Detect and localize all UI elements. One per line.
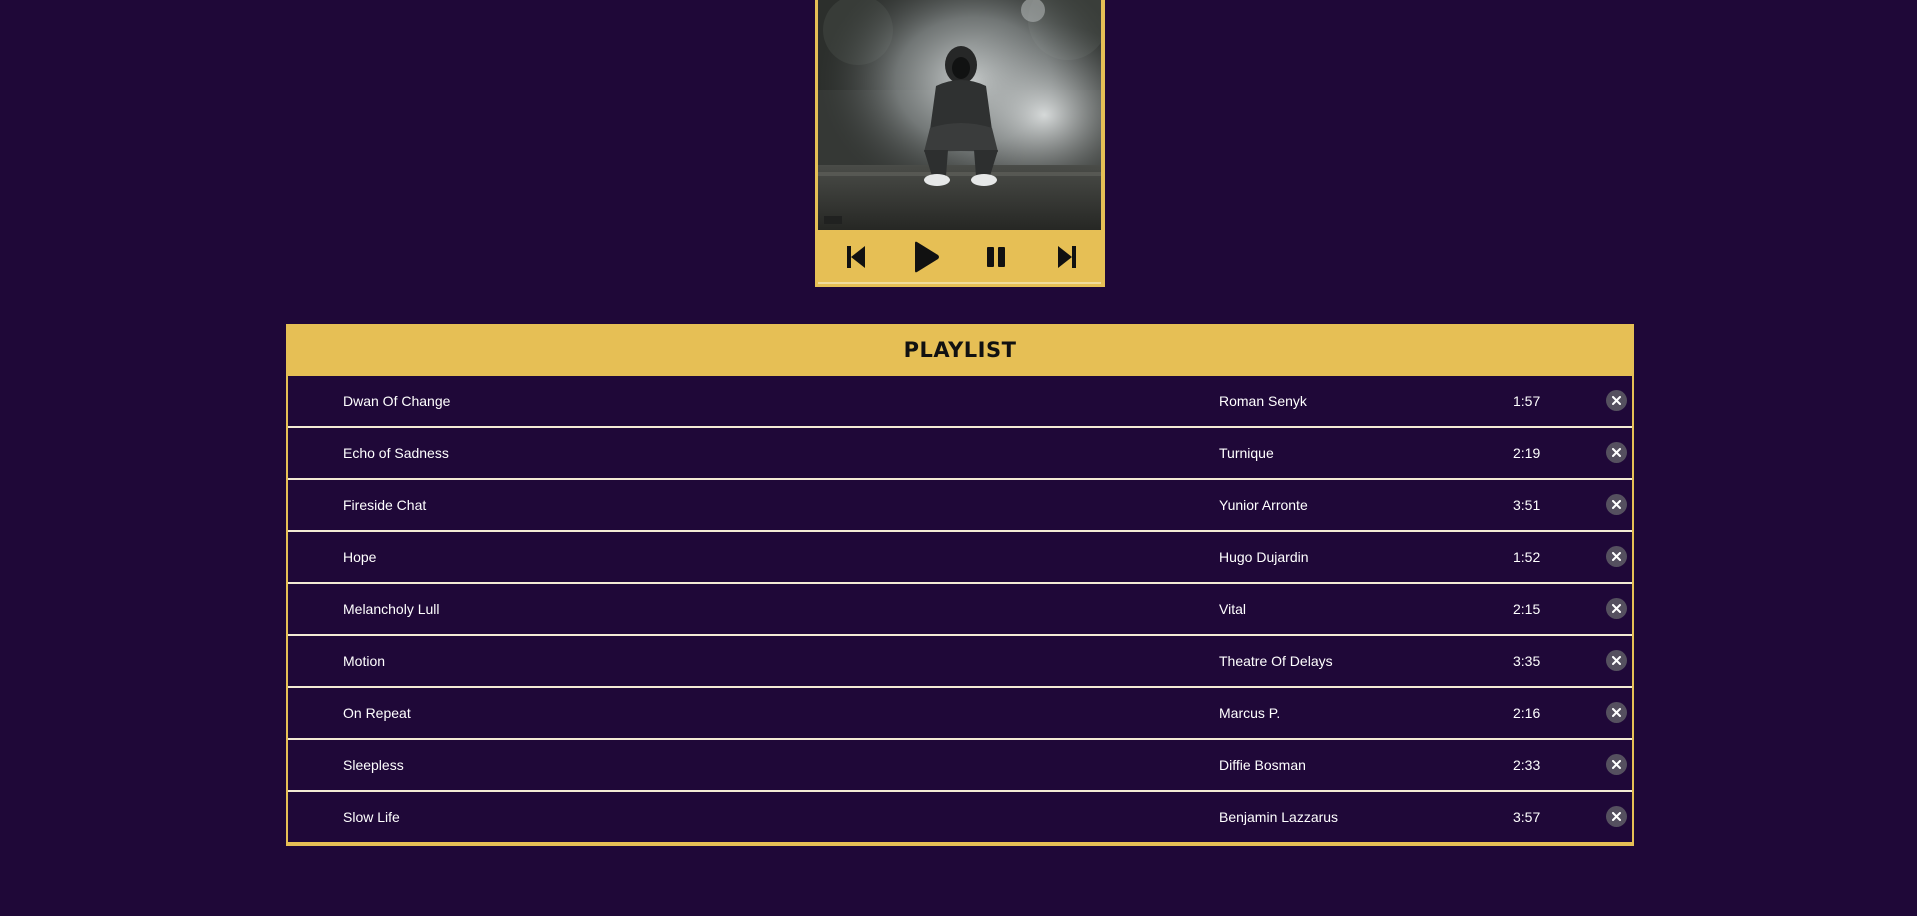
close-icon (1612, 604, 1621, 613)
music-player (815, 0, 1105, 287)
remove-track-button[interactable] (1606, 754, 1627, 775)
remove-track-button[interactable] (1606, 546, 1627, 567)
remove-track-button[interactable] (1606, 494, 1627, 515)
track-artist: Vital (1219, 601, 1246, 617)
close-icon (1612, 708, 1621, 717)
track-duration: 1:52 (1513, 549, 1541, 565)
remove-track-button[interactable] (1606, 702, 1627, 723)
track-duration: 3:35 (1513, 653, 1541, 669)
track-title: Sleepless (343, 757, 404, 773)
track-duration: 2:16 (1513, 705, 1541, 721)
skip-previous-button[interactable] (840, 241, 872, 273)
track-list: Dwan Of Change Roman Senyk 1:57 Echo of Sad… (288, 376, 1632, 844)
close-icon (1612, 656, 1621, 665)
track-title: Fireside Chat (343, 497, 427, 513)
remove-track-button[interactable] (1606, 390, 1627, 411)
track-duration: 3:51 (1513, 497, 1541, 513)
track-title: Echo of Sadness (343, 445, 449, 461)
track-row[interactable]: Motion Theatre Of Delays 3:35 (288, 636, 1632, 688)
track-artist: Theatre Of Delays (1219, 653, 1333, 669)
track-row[interactable]: Slow Life Benjamin Lazzarus 3:57 (288, 792, 1632, 844)
track-row[interactable]: On Repeat Marcus P. 2:16 (288, 688, 1632, 740)
pause-icon (987, 247, 1005, 267)
remove-track-button[interactable] (1606, 598, 1627, 619)
close-icon (1612, 552, 1621, 561)
play-icon (915, 241, 939, 273)
track-artist: Turnique (1219, 445, 1274, 461)
skip-next-icon (1058, 246, 1076, 268)
track-artist: Benjamin Lazzarus (1219, 809, 1339, 825)
track-row[interactable]: Fireside Chat Yunior Arronte 3:51 (288, 480, 1632, 532)
track-row[interactable]: Melancholy Lull Vital 2:15 (288, 584, 1632, 636)
skip-next-button[interactable] (1051, 241, 1083, 273)
track-artist: Hugo Dujardin (1219, 549, 1309, 565)
track-artist: Diffie Bosman (1219, 757, 1306, 773)
playlist: PLAYLIST Dwan Of Change Roman Senyk 1:57 Ec… (286, 324, 1634, 846)
close-icon (1612, 448, 1621, 457)
track-row[interactable]: Sleepless Diffie Bosman 2:33 (288, 740, 1632, 792)
track-title: Melancholy Lull (343, 601, 440, 617)
track-duration: 3:57 (1513, 809, 1541, 825)
pause-button[interactable] (980, 241, 1012, 273)
track-title: Slow Life (343, 809, 400, 825)
track-artist: Roman Senyk (1219, 393, 1307, 409)
playlist-header: PLAYLIST (286, 324, 1634, 376)
play-button[interactable] (910, 241, 942, 273)
track-artist: Yunior Arronte (1219, 497, 1308, 513)
close-icon (1612, 812, 1621, 821)
track-title: Hope (343, 549, 377, 565)
track-duration: 2:33 (1513, 757, 1541, 773)
track-duration: 1:57 (1513, 393, 1541, 409)
track-duration: 2:19 (1513, 445, 1541, 461)
track-row[interactable]: Hope Hugo Dujardin 1:52 (288, 532, 1632, 584)
close-icon (1612, 396, 1621, 405)
track-row[interactable]: Echo of Sadness Turnique 2:19 (288, 428, 1632, 480)
close-icon (1612, 500, 1621, 509)
remove-track-button[interactable] (1606, 806, 1627, 827)
track-title: Dwan Of Change (343, 393, 451, 409)
track-duration: 2:15 (1513, 601, 1541, 617)
track-title: On Repeat (343, 705, 411, 721)
player-controls (818, 230, 1101, 284)
playlist-title: PLAYLIST (903, 338, 1017, 362)
remove-track-button[interactable] (1606, 650, 1627, 671)
remove-track-button[interactable] (1606, 442, 1627, 463)
album-cover-image (818, 0, 1101, 230)
track-title: Motion (343, 653, 386, 669)
close-icon (1612, 760, 1621, 769)
track-artist: Marcus P. (1219, 705, 1281, 721)
skip-previous-icon (847, 246, 865, 268)
track-row[interactable]: Dwan Of Change Roman Senyk 1:57 (288, 376, 1632, 428)
